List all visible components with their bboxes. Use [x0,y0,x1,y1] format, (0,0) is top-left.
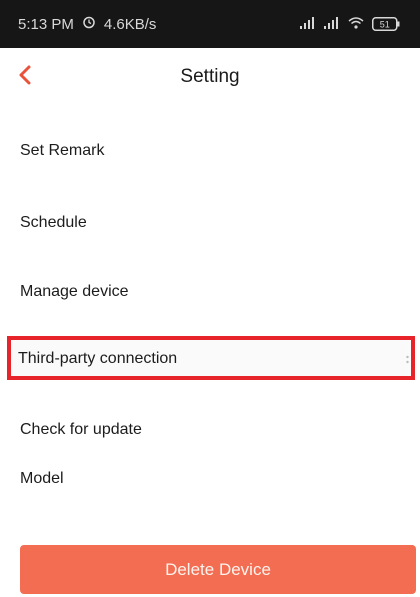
signal-icon [300,16,316,33]
menu-item-set-remark[interactable]: Set Remark [20,142,104,160]
menu-item-third-party-connection[interactable]: Third-party connection [7,336,415,380]
menu-item-model[interactable]: Model [20,470,64,488]
status-right: 51 [300,16,400,33]
status-left: 5:13 PM 4.6KB/s [18,15,156,33]
more-icon [406,352,409,364]
signal-icon [324,16,340,33]
network-speed: 4.6KB/s [103,15,157,33]
status-time: 5:13 PM [18,15,74,33]
delete-device-button[interactable]: Delete Device [20,545,416,594]
menu-item-schedule[interactable]: Schedule [20,214,87,232]
status-bar: 5:13 PM 4.6KB/s 51 [0,0,420,48]
menu-item-manage-device[interactable]: Manage device [20,283,129,301]
menu-item-check-for-update[interactable]: Check for update [20,421,142,439]
alarm-icon [82,15,96,33]
menu-item-label: Third-party connection [18,350,178,367]
battery-level: 51 [380,20,390,30]
page-title: Setting [180,66,240,87]
wifi-icon [348,16,364,33]
header: Setting [0,48,420,106]
battery-icon: 51 [372,17,400,31]
